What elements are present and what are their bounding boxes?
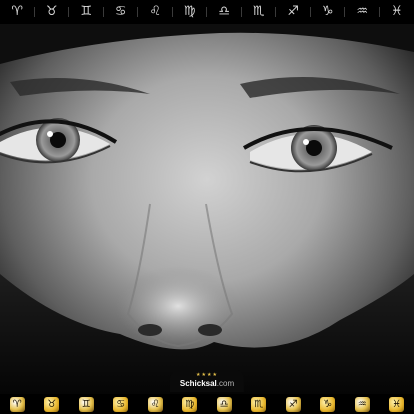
hero-photo xyxy=(0,24,414,394)
brand-name: Schicksal xyxy=(179,378,217,388)
scorpio-image-icon[interactable]: ♏ xyxy=(242,394,277,414)
capricorn-image-icon[interactable]: ♑ xyxy=(311,394,346,414)
gemini-image-icon[interactable]: ♊ xyxy=(69,394,104,414)
aquarius-image-icon[interactable]: ♒ xyxy=(345,394,380,414)
aries-image-icon[interactable]: ♈ xyxy=(0,394,35,414)
woman-face-image xyxy=(0,24,414,394)
sagittarius-icon[interactable]: ♐ xyxy=(276,0,311,24)
virgo-image-icon[interactable]: ♍ xyxy=(173,394,208,414)
aries-icon[interactable]: ♈ xyxy=(0,0,35,24)
brand-logo[interactable]: ★★★★ Schicksal.com xyxy=(169,369,245,392)
scorpio-icon[interactable]: ♏ xyxy=(242,0,277,24)
pisces-icon[interactable]: ♓ xyxy=(380,0,414,24)
leo-image-icon[interactable]: ♌ xyxy=(138,394,173,414)
zodiac-symbol-bar: ♈ ♉ ♊ ♋ ♌ ♍ ♎ ♏ ♐ ♑ ♒ ♓ xyxy=(0,0,414,24)
zodiac-image-bar: ♈ ♉ ♊ ♋ ♌ ♍ ♎ ♏ ♐ ♑ ♒ ♓ xyxy=(0,394,414,414)
leo-icon[interactable]: ♌ xyxy=(138,0,173,24)
libra-image-icon[interactable]: ♎ xyxy=(207,394,242,414)
taurus-icon[interactable]: ♉ xyxy=(35,0,70,24)
libra-icon[interactable]: ♎ xyxy=(207,0,242,24)
pisces-image-icon[interactable]: ♓ xyxy=(380,394,414,414)
brand-domain: .com xyxy=(216,378,235,388)
sagittarius-image-icon[interactable]: ♐ xyxy=(276,394,311,414)
cancer-icon[interactable]: ♋ xyxy=(104,0,139,24)
page: ♈ ♉ ♊ ♋ ♌ ♍ ♎ ♏ ♐ ♑ ♒ ♓ ★★★★ Schicksal.c… xyxy=(0,0,414,414)
virgo-icon[interactable]: ♍ xyxy=(173,0,208,24)
taurus-image-icon[interactable]: ♉ xyxy=(35,394,70,414)
capricorn-icon[interactable]: ♑ xyxy=(311,0,346,24)
cancer-image-icon[interactable]: ♋ xyxy=(104,394,139,414)
aquarius-icon[interactable]: ♒ xyxy=(345,0,380,24)
gemini-icon[interactable]: ♊ xyxy=(69,0,104,24)
